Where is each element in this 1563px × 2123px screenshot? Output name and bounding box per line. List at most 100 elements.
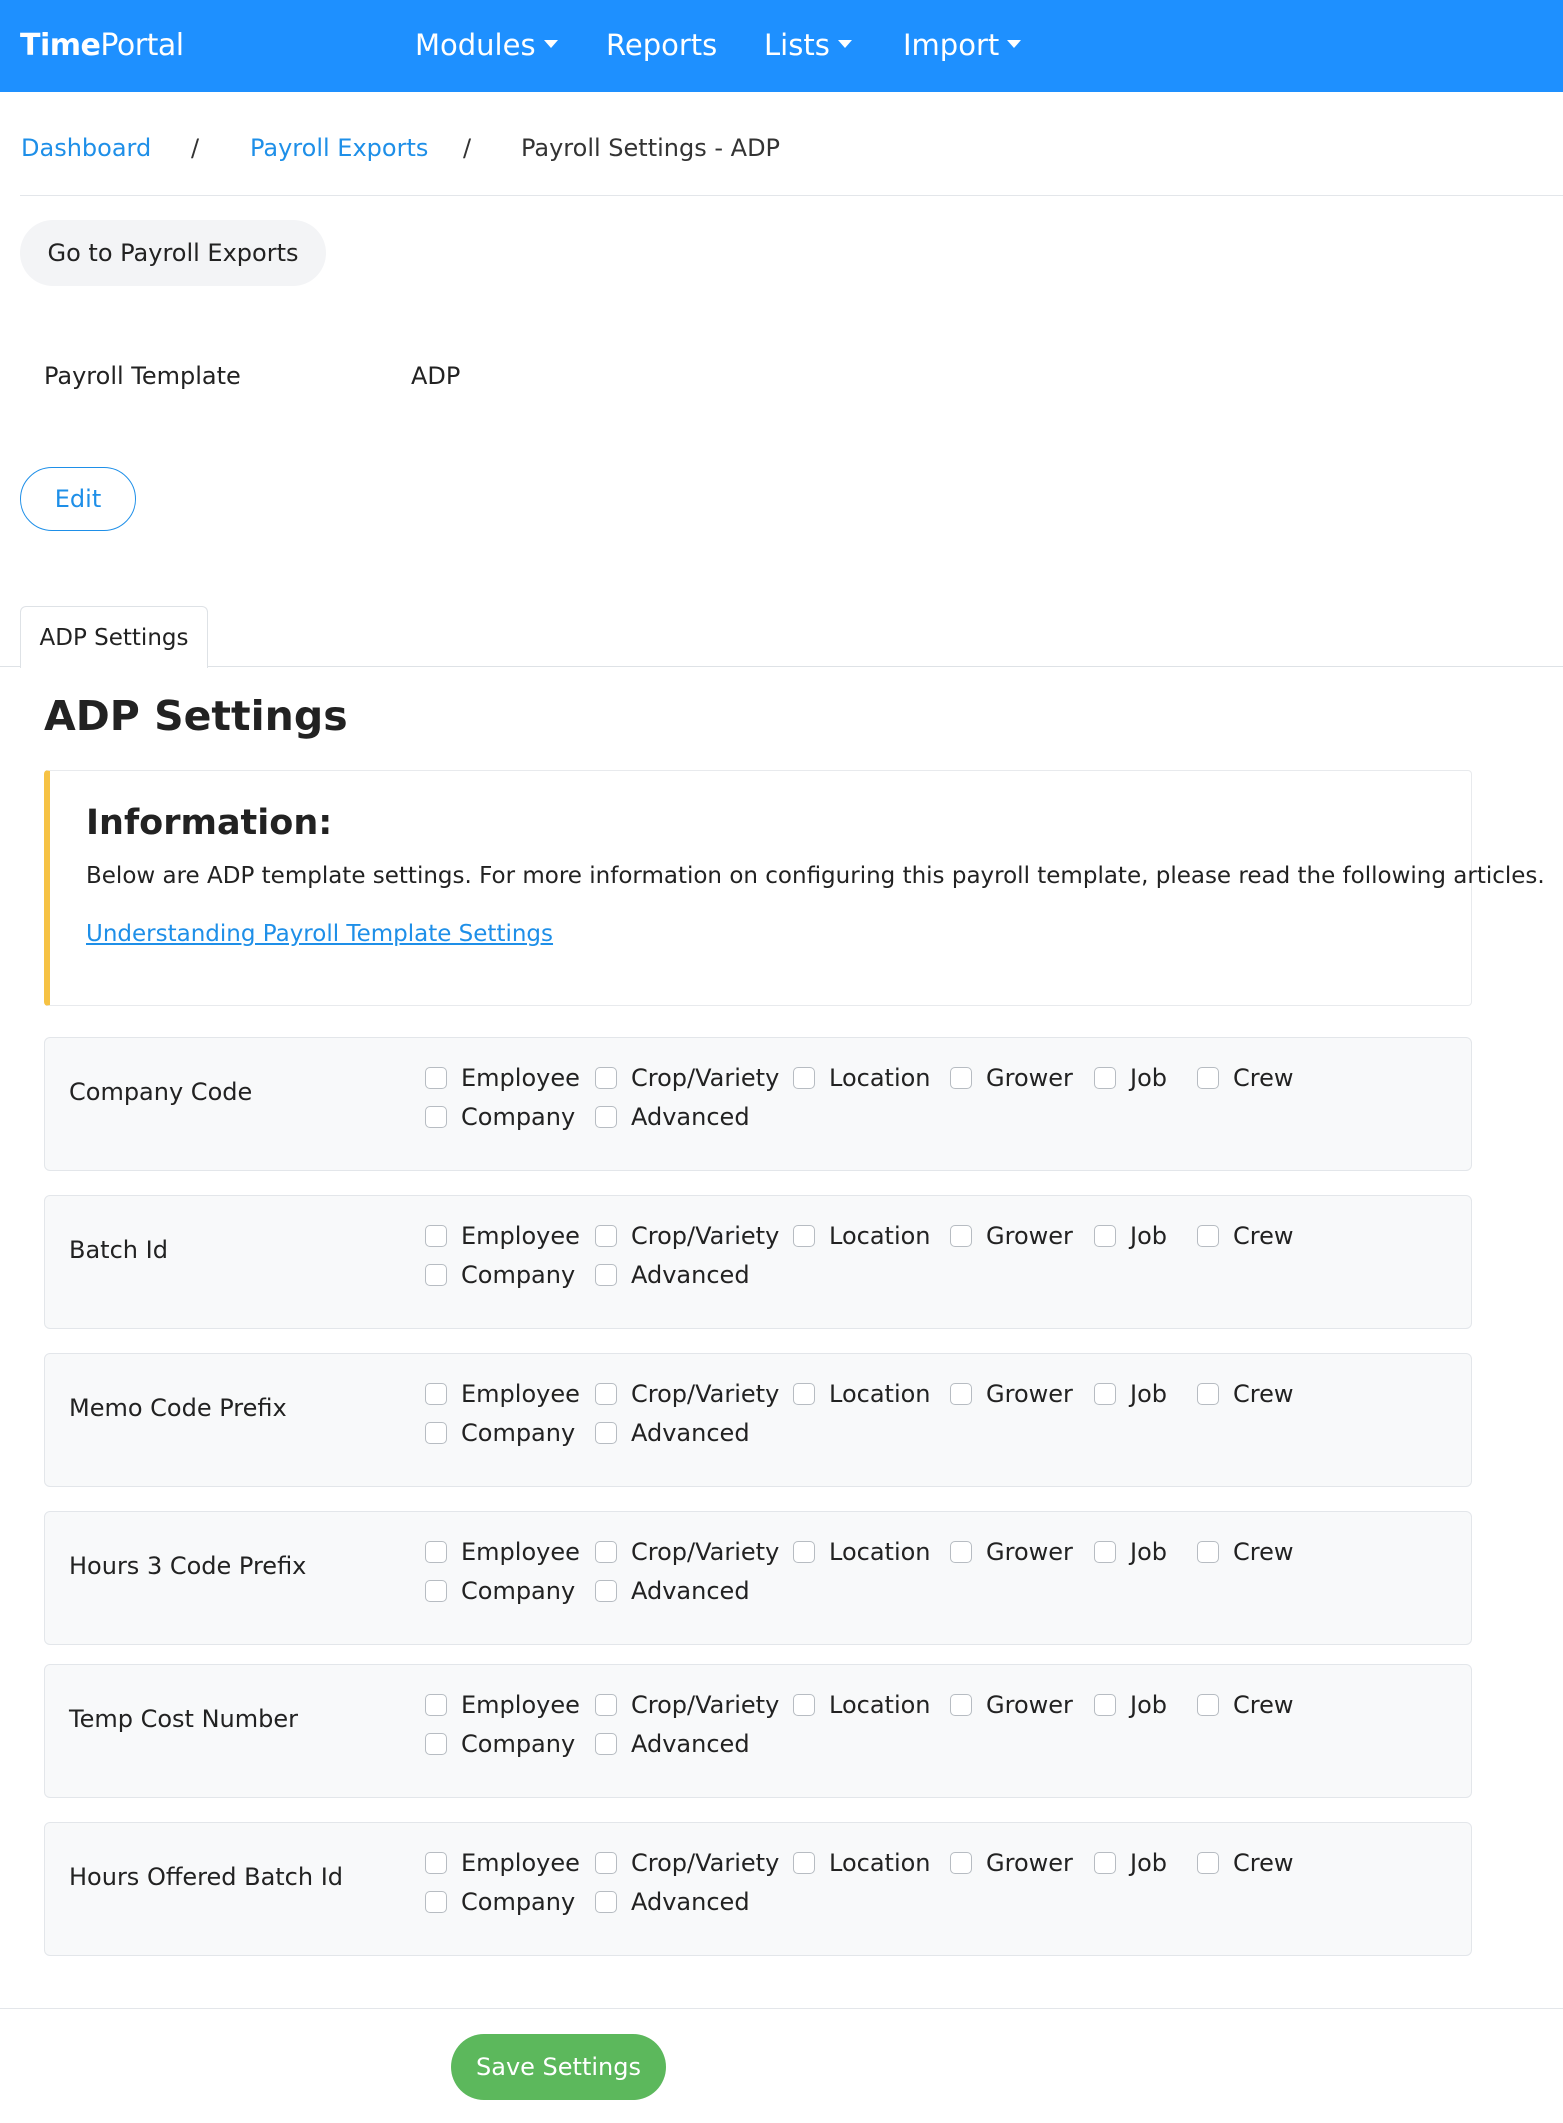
checkbox[interactable] xyxy=(425,1225,447,1247)
option-advanced[interactable]: Advanced xyxy=(595,1261,750,1289)
option-grower[interactable]: Grower xyxy=(950,1380,1073,1408)
option-crew[interactable]: Crew xyxy=(1197,1538,1294,1566)
option-job[interactable]: Job xyxy=(1094,1380,1167,1408)
checkbox[interactable] xyxy=(595,1852,617,1874)
checkbox[interactable] xyxy=(595,1541,617,1563)
option-company[interactable]: Company xyxy=(425,1888,575,1916)
option-job[interactable]: Job xyxy=(1094,1222,1167,1250)
option-location[interactable]: Location xyxy=(793,1849,931,1877)
option-crop-variety[interactable]: Crop/Variety xyxy=(595,1691,779,1719)
option-grower[interactable]: Grower xyxy=(950,1538,1073,1566)
checkbox[interactable] xyxy=(793,1852,815,1874)
option-crew[interactable]: Crew xyxy=(1197,1849,1294,1877)
option-advanced[interactable]: Advanced xyxy=(595,1419,750,1447)
option-advanced[interactable]: Advanced xyxy=(595,1103,750,1131)
option-crop-variety[interactable]: Crop/Variety xyxy=(595,1380,779,1408)
checkbox[interactable] xyxy=(425,1383,447,1405)
checkbox[interactable] xyxy=(1094,1694,1116,1716)
nav-modules[interactable]: Modules xyxy=(415,28,558,62)
checkbox[interactable] xyxy=(595,1580,617,1602)
option-employee[interactable]: Employee xyxy=(425,1380,580,1408)
option-advanced[interactable]: Advanced xyxy=(595,1577,750,1605)
checkbox[interactable] xyxy=(1197,1225,1219,1247)
option-company[interactable]: Company xyxy=(425,1103,575,1131)
checkbox[interactable] xyxy=(595,1422,617,1444)
checkbox[interactable] xyxy=(425,1541,447,1563)
checkbox[interactable] xyxy=(1094,1383,1116,1405)
checkbox[interactable] xyxy=(425,1891,447,1913)
option-company[interactable]: Company xyxy=(425,1261,575,1289)
option-grower[interactable]: Grower xyxy=(950,1064,1073,1092)
checkbox[interactable] xyxy=(595,1067,617,1089)
checkbox[interactable] xyxy=(1094,1067,1116,1089)
brand-logo[interactable]: TimePortal xyxy=(20,28,184,63)
checkbox[interactable] xyxy=(1197,1541,1219,1563)
checkbox[interactable] xyxy=(425,1422,447,1444)
option-employee[interactable]: Employee xyxy=(425,1064,580,1092)
option-company[interactable]: Company xyxy=(425,1730,575,1758)
option-crop-variety[interactable]: Crop/Variety xyxy=(595,1538,779,1566)
checkbox[interactable] xyxy=(595,1383,617,1405)
edit-button[interactable]: Edit xyxy=(20,467,136,531)
option-advanced[interactable]: Advanced xyxy=(595,1730,750,1758)
checkbox[interactable] xyxy=(595,1891,617,1913)
option-employee[interactable]: Employee xyxy=(425,1538,580,1566)
option-location[interactable]: Location xyxy=(793,1538,931,1566)
option-employee[interactable]: Employee xyxy=(425,1849,580,1877)
option-location[interactable]: Location xyxy=(793,1064,931,1092)
checkbox[interactable] xyxy=(595,1106,617,1128)
option-grower[interactable]: Grower xyxy=(950,1691,1073,1719)
checkbox[interactable] xyxy=(950,1694,972,1716)
checkbox[interactable] xyxy=(1197,1383,1219,1405)
nav-import[interactable]: Import xyxy=(903,28,1022,62)
breadcrumb-dashboard[interactable]: Dashboard xyxy=(21,134,151,162)
checkbox[interactable] xyxy=(425,1733,447,1755)
checkbox[interactable] xyxy=(425,1694,447,1716)
option-job[interactable]: Job xyxy=(1094,1849,1167,1877)
checkbox[interactable] xyxy=(1197,1694,1219,1716)
save-settings-button[interactable]: Save Settings xyxy=(451,2034,666,2100)
option-job[interactable]: Job xyxy=(1094,1064,1167,1092)
option-job[interactable]: Job xyxy=(1094,1538,1167,1566)
checkbox[interactable] xyxy=(950,1383,972,1405)
checkbox[interactable] xyxy=(595,1733,617,1755)
option-crop-variety[interactable]: Crop/Variety xyxy=(595,1849,779,1877)
checkbox[interactable] xyxy=(950,1225,972,1247)
nav-reports[interactable]: Reports xyxy=(606,28,717,62)
checkbox[interactable] xyxy=(1197,1852,1219,1874)
checkbox[interactable] xyxy=(793,1067,815,1089)
checkbox[interactable] xyxy=(1197,1067,1219,1089)
checkbox[interactable] xyxy=(425,1580,447,1602)
checkbox[interactable] xyxy=(793,1541,815,1563)
option-crop-variety[interactable]: Crop/Variety xyxy=(595,1222,779,1250)
option-location[interactable]: Location xyxy=(793,1691,931,1719)
option-crop-variety[interactable]: Crop/Variety xyxy=(595,1064,779,1092)
option-crew[interactable]: Crew xyxy=(1197,1691,1294,1719)
checkbox[interactable] xyxy=(425,1106,447,1128)
checkbox[interactable] xyxy=(793,1694,815,1716)
checkbox[interactable] xyxy=(595,1694,617,1716)
option-location[interactable]: Location xyxy=(793,1380,931,1408)
option-employee[interactable]: Employee xyxy=(425,1691,580,1719)
option-advanced[interactable]: Advanced xyxy=(595,1888,750,1916)
nav-lists[interactable]: Lists xyxy=(764,28,852,62)
breadcrumb-payroll-exports[interactable]: Payroll Exports xyxy=(250,134,428,162)
understanding-settings-link[interactable]: Understanding Payroll Template Settings xyxy=(86,921,553,947)
checkbox[interactable] xyxy=(595,1225,617,1247)
option-job[interactable]: Job xyxy=(1094,1691,1167,1719)
checkbox[interactable] xyxy=(425,1264,447,1286)
option-employee[interactable]: Employee xyxy=(425,1222,580,1250)
checkbox[interactable] xyxy=(425,1067,447,1089)
checkbox[interactable] xyxy=(425,1852,447,1874)
tab-adp-settings[interactable]: ADP Settings xyxy=(20,606,208,668)
option-crew[interactable]: Crew xyxy=(1197,1380,1294,1408)
option-grower[interactable]: Grower xyxy=(950,1222,1073,1250)
checkbox[interactable] xyxy=(1094,1541,1116,1563)
go-to-payroll-exports-button[interactable]: Go to Payroll Exports xyxy=(20,220,326,286)
option-crew[interactable]: Crew xyxy=(1197,1064,1294,1092)
checkbox[interactable] xyxy=(1094,1852,1116,1874)
checkbox[interactable] xyxy=(950,1852,972,1874)
option-company[interactable]: Company xyxy=(425,1419,575,1447)
checkbox[interactable] xyxy=(595,1264,617,1286)
checkbox[interactable] xyxy=(950,1067,972,1089)
